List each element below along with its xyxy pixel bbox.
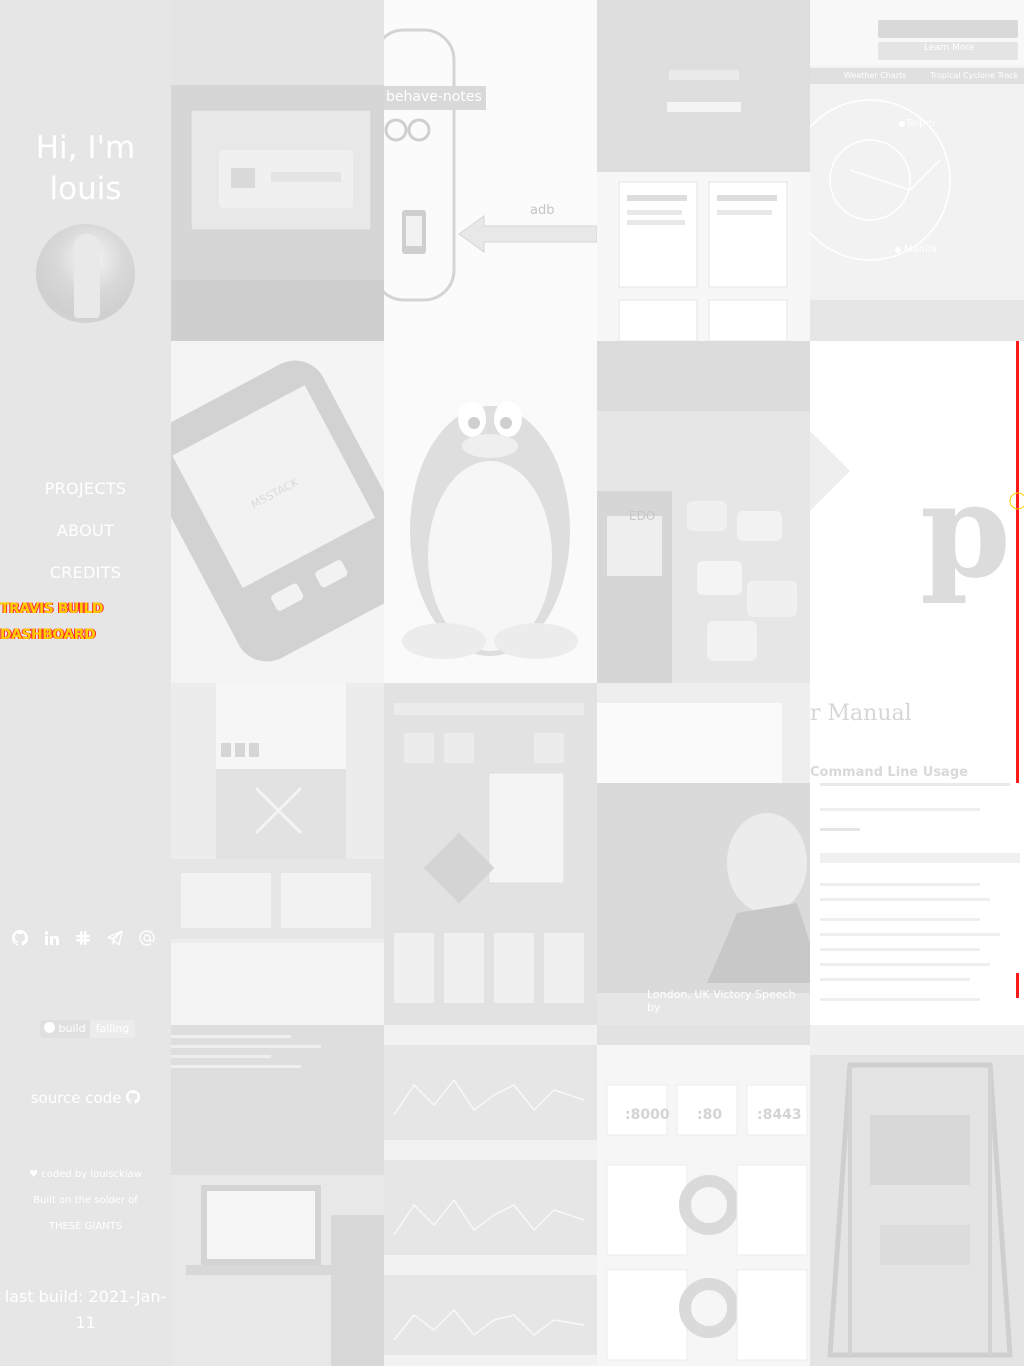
glitch-line: DASHBOARD [0,627,96,643]
nav-projects[interactable]: PROJECTS [0,468,171,510]
project-tile[interactable] [384,683,597,1025]
credit-line: coded by louisckiaw [41,1169,142,1180]
linkedin-icon[interactable] [44,930,64,950]
social-links [0,930,171,950]
telegram-icon[interactable] [107,930,127,950]
last-build-date: last build: 2021-Jan-11 [4,1287,167,1332]
project-tile[interactable] [384,1025,597,1366]
credits-block: ♥ coded by louisckiaw Built on the solde… [0,1162,171,1240]
port-label: :8443 [757,1107,802,1123]
tile-caption: behave-notes [386,89,482,105]
github-icon [126,1090,141,1104]
glitch-line: TRAVIS BUILD [0,601,104,617]
project-tile[interactable] [171,0,384,341]
credit-line: Built on the solder of [33,1195,138,1206]
tile-caption: Weather Charts [844,71,907,80]
giants-link[interactable]: THESE GIANTS [0,1214,171,1240]
project-tile[interactable]: London, UK Victory Speech by [597,683,810,1025]
source-code-label: source code [30,1089,122,1107]
project-grid: behave-notes adb Learn More Weather Char… [171,0,1024,1366]
project-tile[interactable]: :8000 :80 :8443 [597,1025,810,1366]
tile-caption: adb [530,203,555,218]
project-tile[interactable] [597,0,810,341]
main-nav: PROJECTS ABOUT CREDITS [0,468,171,594]
slack-icon[interactable] [75,930,95,950]
badge-status: failing [89,1020,136,1038]
tile-caption: Taipei [906,118,935,129]
github-icon [44,1022,55,1033]
project-tile[interactable]: r Manual Command Line Usage [810,683,1024,1025]
build-status-badge[interactable]: build failing [40,1020,136,1038]
project-tile[interactable]: Learn More Weather Charts Tropical Cyclo… [810,0,1024,341]
project-tile[interactable] [171,1025,384,1366]
project-tile[interactable] [171,683,384,1025]
glitch-text: TRAVIS BUILD DASHBOARD [0,596,171,648]
tile-caption: Command Line Usage [810,765,968,780]
github-icon[interactable] [11,930,32,950]
project-tile[interactable]: EDO [597,341,810,683]
email-icon[interactable] [139,930,159,950]
avatar [36,224,135,323]
source-code-link[interactable]: source code [0,1086,171,1110]
tile-caption: EDO [629,509,656,523]
project-tile[interactable]: M5STACK [171,341,384,683]
nav-credits[interactable]: CREDITS [0,552,171,594]
project-tile[interactable] [810,1025,1024,1366]
sidebar: Hi, I'm louis PROJECTS ABOUT CREDITS TRA… [0,0,171,1366]
svg-text:p: p [920,454,1011,607]
tile-caption: r Manual [810,701,912,726]
port-label: :8000 [625,1107,670,1123]
project-tile[interactable]: behave-notes adb [384,0,597,341]
nav-about[interactable]: ABOUT [0,510,171,552]
tile-caption: Manila [904,244,937,255]
project-tile[interactable] [384,341,597,683]
tile-caption: London, UK Victory Speech by [647,988,796,1014]
badge-label: build [58,1022,86,1035]
project-tile[interactable]: p [810,341,1024,683]
greeting-title: Hi, I'm louis [35,130,136,207]
tile-caption: Tropical Cyclone Track [930,71,1019,80]
port-label: :80 [697,1107,723,1123]
heart-icon: ♥ [29,1169,39,1180]
tile-caption: Learn More [924,43,975,53]
